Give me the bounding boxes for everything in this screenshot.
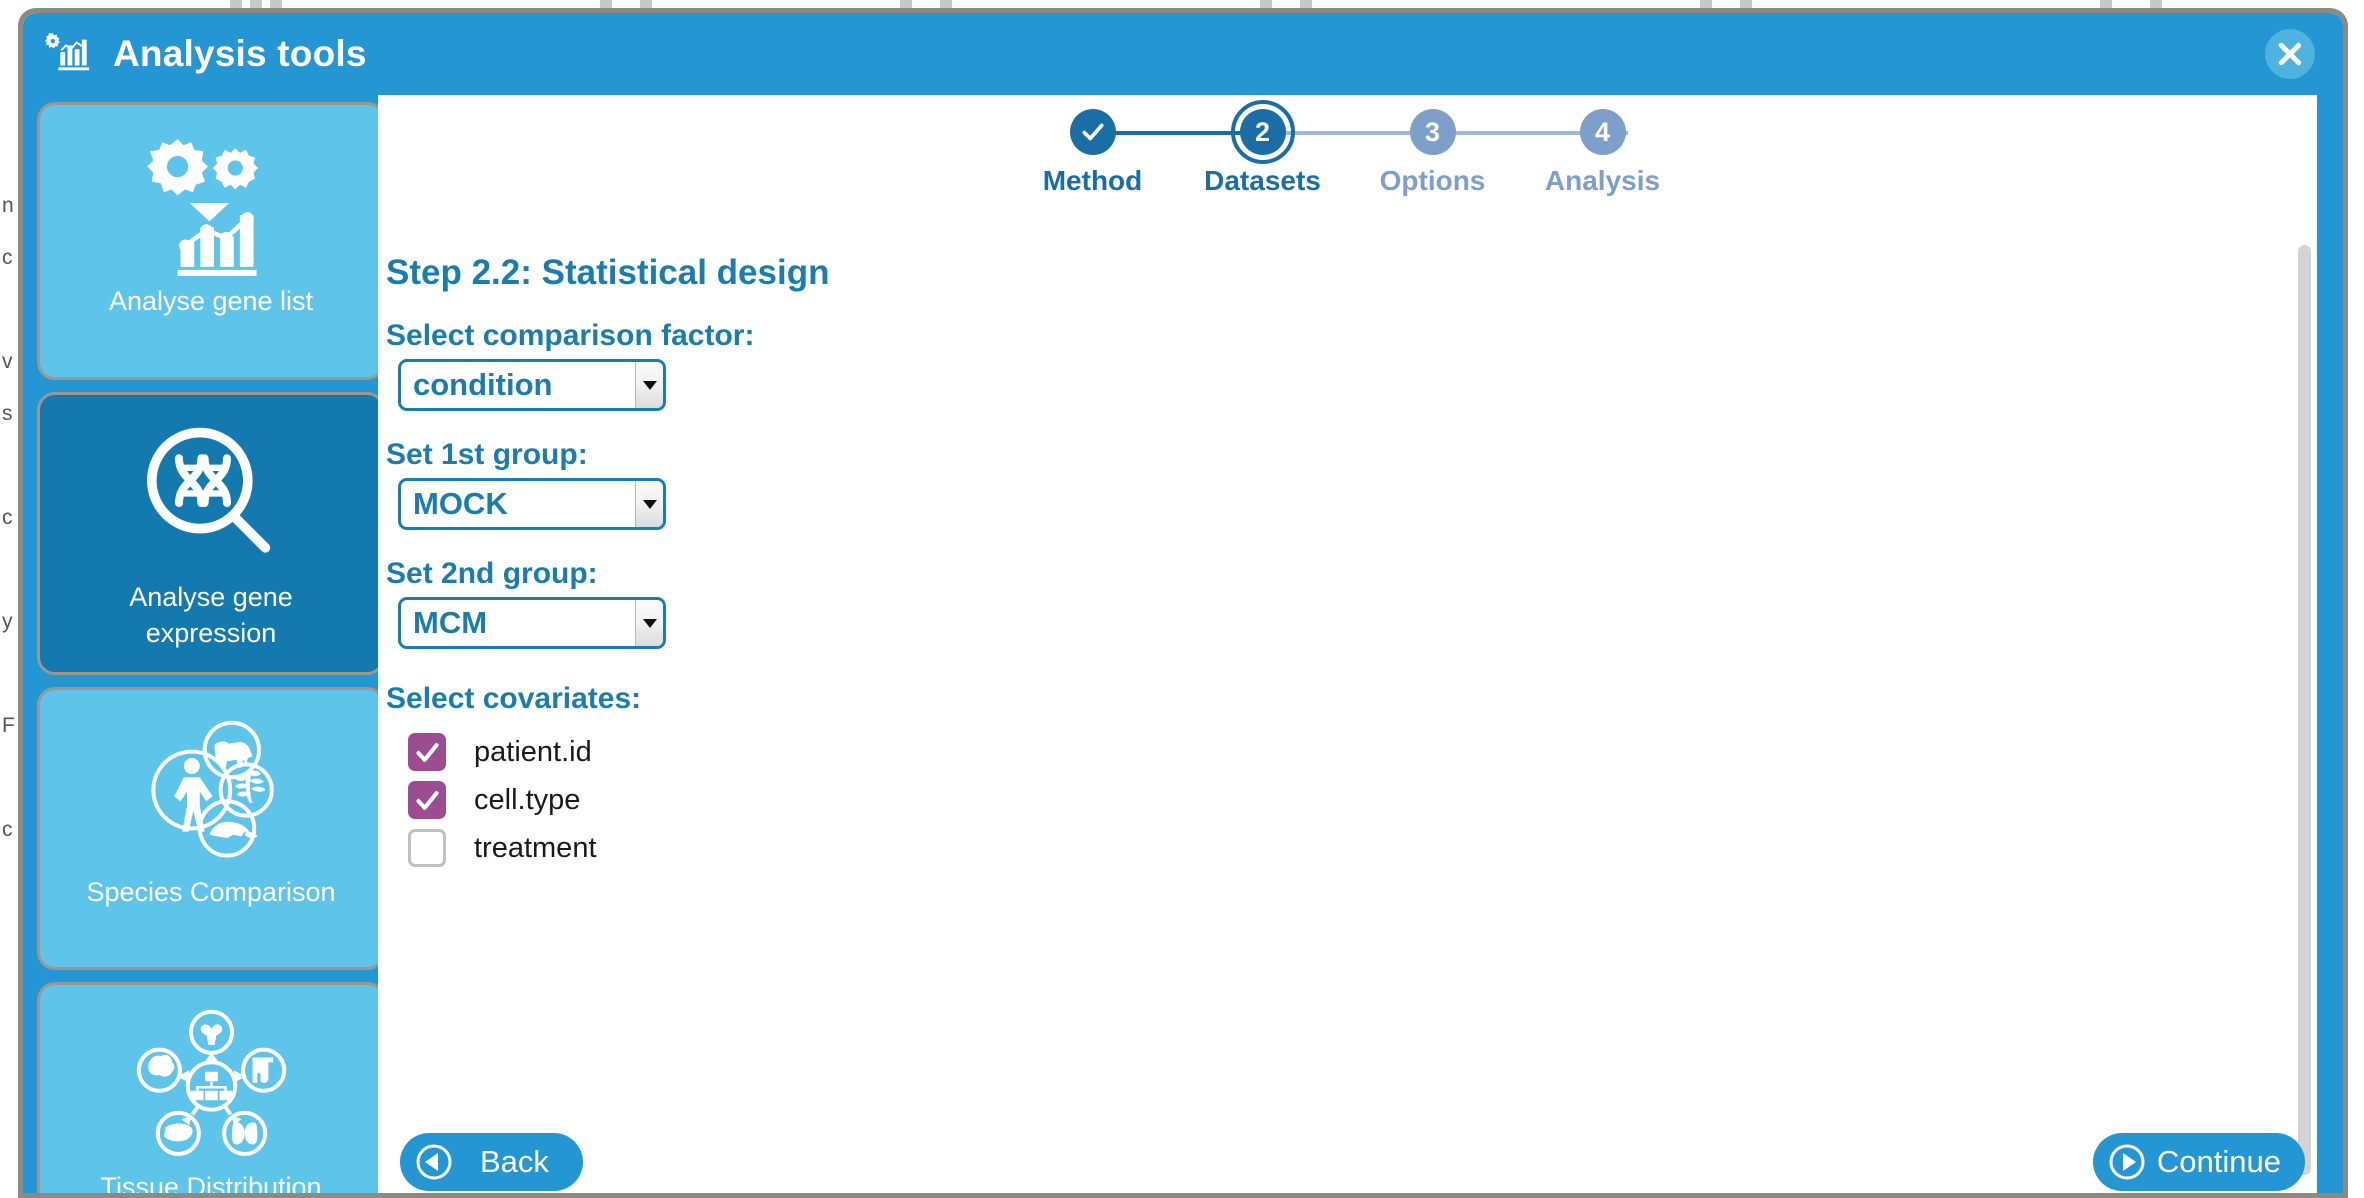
back-button[interactable]: Back [400,1133,583,1191]
comparison-factor-select[interactable]: condition [398,359,666,411]
covariate-label: cell.type [474,784,580,817]
chevron-down-icon[interactable] [635,362,663,408]
circle-play-icon [2107,1142,2147,1182]
step-label: Analysis [1545,165,1660,197]
covariate-label: patient.id [474,736,592,769]
step-bubble-number: 4 [1580,109,1626,155]
page-title: Step 2.2: Statistical design [386,253,2317,293]
covariate-label: treatment [474,832,597,865]
analysis-chart-gear-icon [45,31,91,77]
covariate-checkbox[interactable] [408,733,446,771]
back-button-label: Back [480,1144,549,1180]
sidebar-item-label: Analyse gene list [101,283,321,333]
covariate-row-patient-id[interactable]: patient.id [408,728,2317,776]
backdrop-ruler-tick [1260,0,1272,8]
step-bubble-check [1070,109,1116,155]
sidebar-item-tissue-distribution[interactable]: Tissue Distribution [37,982,378,1198]
step-label: Options [1380,165,1486,197]
step-bubble-number: 2 [1240,109,1286,155]
analysis-tools-dialog: Analysis tools [18,8,2348,1198]
gears-barchart-icon [135,127,287,279]
continue-button[interactable]: Continue [2093,1133,2305,1191]
group1-select[interactable]: MOCK [398,478,666,530]
group2-label: Set 2nd group: [386,557,2317,591]
stepper-step-analysis[interactable]: 4 Analysis [1518,109,1688,197]
dialog-titlebar: Analysis tools [23,13,2343,95]
step-label: Method [1043,165,1143,197]
backdrop-ruler-tick [640,0,652,8]
backdrop-ruler-tick [1740,0,1752,8]
organs-network-icon [129,1007,294,1165]
covariate-checkbox[interactable] [408,781,446,819]
species-circles-icon [131,710,291,870]
tool-sidebar: Analyse gene list [23,95,378,1198]
check-icon [414,739,441,766]
backdrop-ruler-tick [250,0,262,8]
covariates-list: patient.id cell.type treatment [408,728,2317,872]
group2-value: MCM [413,600,487,646]
stepper-step-datasets[interactable]: 2 Datasets [1178,109,1348,197]
backdrop-ruler-tick [2100,0,2112,8]
magnifier-dna-icon [131,415,291,575]
backdrop-ruler-tick [600,0,612,8]
sidebar-item-species-comparison[interactable]: Species Comparison [37,687,378,970]
covariate-row-treatment[interactable]: treatment [408,824,2317,872]
close-icon[interactable] [2265,29,2315,79]
group1-label: Set 1st group: [386,438,2317,472]
step-label: Datasets [1204,165,1321,197]
close-x-glyph [2275,39,2305,69]
sidebar-item-label: Tissue Distribution [92,1169,329,1198]
sidebar-item-analyse-gene-expression[interactable]: Analyse geneexpression [37,392,378,675]
dialog-body: Analyse gene list [23,95,2343,1198]
chevron-down-icon[interactable] [635,600,663,646]
backdrop-ruler-tick [940,0,952,8]
backdrop-ruler-tick [1700,0,1712,8]
backdrop-ruler-tick [2150,0,2162,8]
sidebar-item-label: Analyse geneexpression [121,579,301,665]
stepper-step-options[interactable]: 3 Options [1348,109,1518,197]
comparison-factor-value: condition [413,362,552,408]
check-icon [1080,119,1106,145]
sidebar-item-label: Species Comparison [78,874,343,924]
comparison-factor-label: Select comparison factor: [386,319,2317,353]
statistical-design-form: Step 2.2: Statistical design Select comp… [378,215,2317,872]
backdrop-ruler-tick [270,0,282,8]
covariates-label: Select covariates: [386,682,2317,716]
stepper-step-method[interactable]: Method [1008,109,1178,197]
backdrop-ruler-tick [1300,0,1312,8]
continue-button-label: Continue [2157,1144,2281,1180]
covariate-checkbox[interactable] [408,829,446,867]
dialog-title: Analysis tools [113,33,367,75]
check-icon [414,787,441,814]
content-scrollbar[interactable] [2298,245,2311,1175]
group2-select[interactable]: MCM [398,597,666,649]
wizard-content-panel: Method 2 Datasets 3 Options 4 Analysis S… [378,95,2317,1198]
sidebar-item-analyse-gene-list[interactable]: Analyse gene list [37,102,378,380]
backdrop-ruler-tick [230,0,242,8]
wizard-stepper: Method 2 Datasets 3 Options 4 Analysis [378,95,2317,215]
circle-left-arrow-icon [414,1142,454,1182]
chevron-down-icon[interactable] [635,481,663,527]
backdrop-ruler-tick [900,0,912,8]
covariate-row-cell-type[interactable]: cell.type [408,776,2317,824]
group1-value: MOCK [413,481,508,527]
step-bubble-number: 3 [1410,109,1456,155]
